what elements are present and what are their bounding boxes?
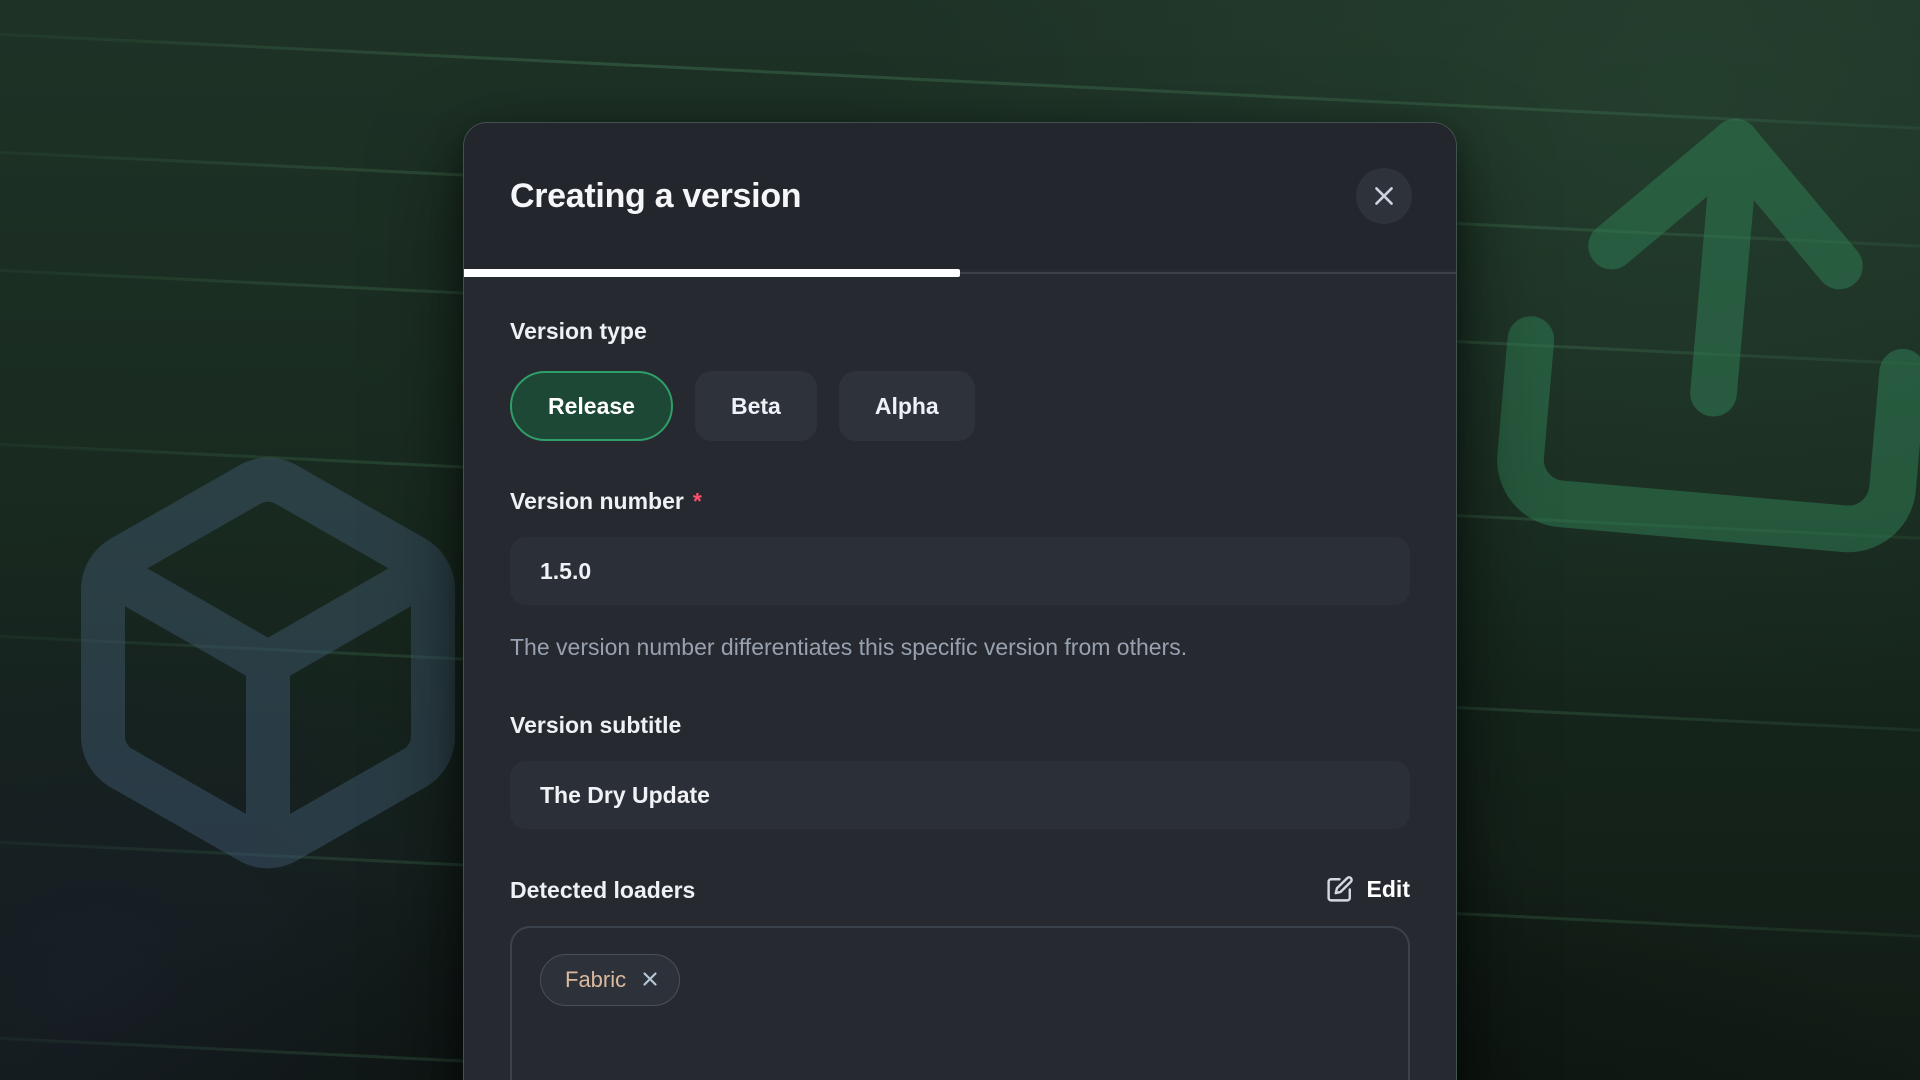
detected-loaders-label: Detected loaders — [510, 876, 695, 904]
remove-x-icon — [639, 968, 661, 993]
version-subtitle-label: Version subtitle — [510, 711, 1410, 739]
cube-icon — [48, 428, 488, 898]
version-number-label: Version number * — [510, 487, 1410, 515]
edit-pencil-icon — [1325, 875, 1354, 904]
page-background: Creating a version Version type Release … — [0, 0, 1920, 1080]
progress-fill — [464, 269, 960, 277]
detected-loaders-box: Fabric — [510, 926, 1410, 1080]
version-subtitle-input[interactable] — [510, 761, 1410, 829]
loader-chip-label: Fabric — [565, 967, 626, 993]
detected-loaders-row: Detected loaders Edit — [510, 875, 1410, 904]
create-version-modal: Creating a version Version type Release … — [463, 122, 1457, 1080]
edit-loaders-button[interactable]: Edit — [1325, 875, 1410, 904]
edit-label: Edit — [1367, 876, 1410, 903]
version-type-chip-row: Release Beta Alpha — [510, 371, 1410, 441]
version-type-beta-chip[interactable]: Beta — [695, 371, 817, 441]
upload-icon — [1415, 39, 1920, 646]
version-number-input[interactable] — [510, 537, 1410, 605]
close-icon — [1371, 183, 1397, 209]
version-number-help-text: The version number differentiates this s… — [510, 629, 1310, 665]
modal-header: Creating a version — [464, 123, 1456, 269]
modal-body: Version type Release Beta Alpha Version … — [464, 317, 1456, 1080]
remove-loader-button[interactable] — [637, 966, 663, 995]
modal-title: Creating a version — [510, 177, 801, 216]
version-type-label: Version type — [510, 317, 1410, 345]
required-asterisk: * — [693, 487, 702, 515]
loader-chip-fabric[interactable]: Fabric — [540, 954, 680, 1006]
progress-bar — [464, 269, 1456, 277]
version-type-release-chip[interactable]: Release — [510, 371, 673, 441]
version-type-alpha-chip[interactable]: Alpha — [839, 371, 975, 441]
close-button[interactable] — [1356, 168, 1412, 224]
